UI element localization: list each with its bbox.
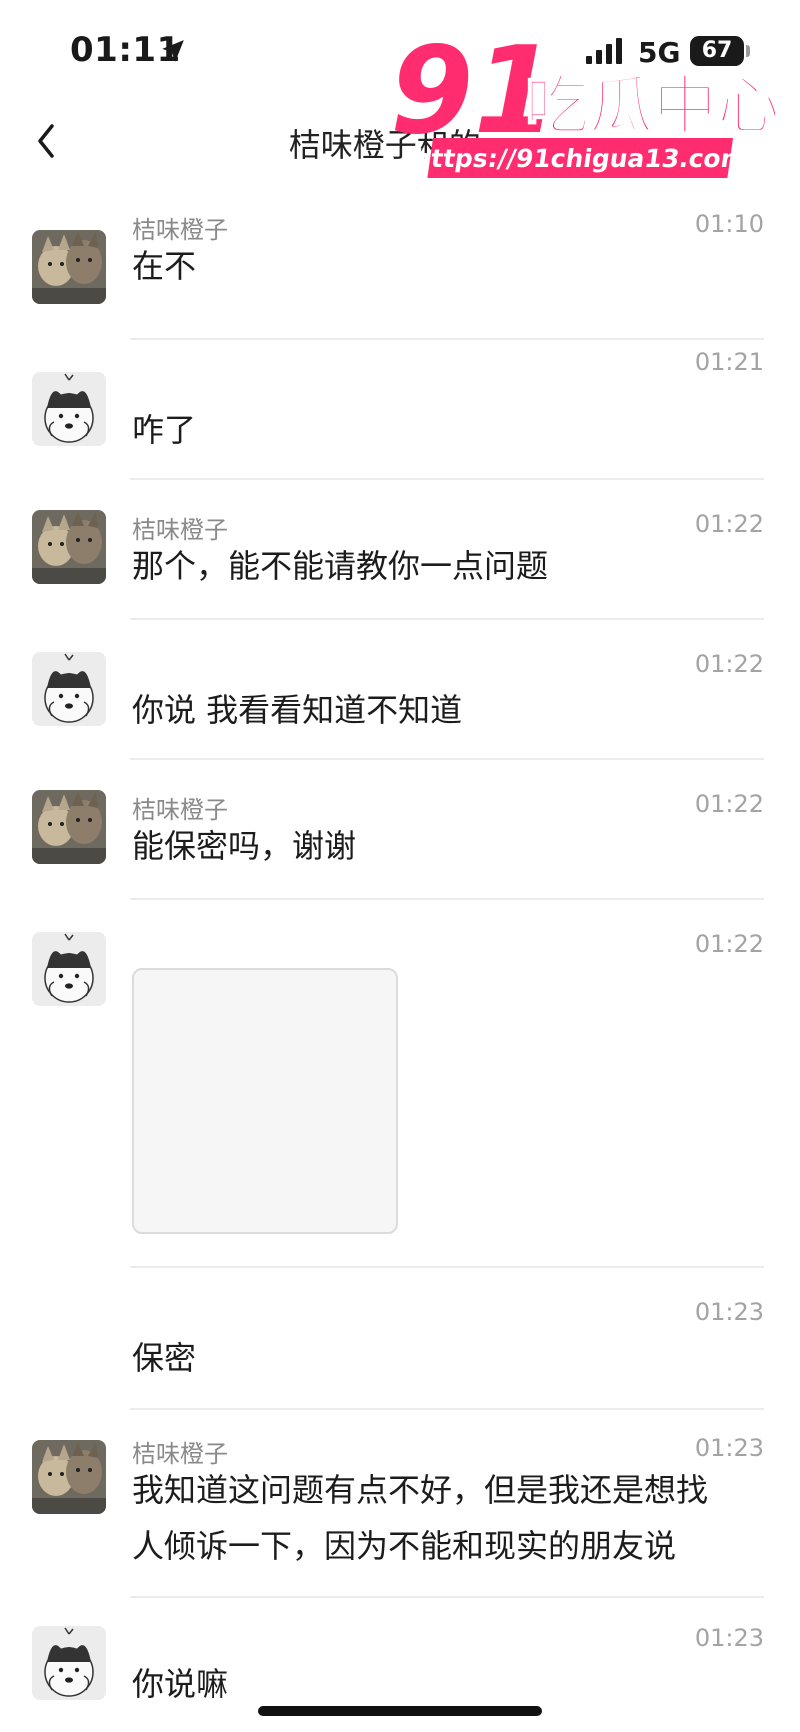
site-watermark: 91 吃瓜中心 https://91chigua13.com <box>390 20 782 180</box>
location-arrow-icon <box>162 40 184 62</box>
sender-name: 桔味橙子 <box>132 216 228 244</box>
avatar-dogs-photo[interactable] <box>32 230 106 304</box>
message-time: 01:21 <box>694 348 764 376</box>
avatar-cartoon-dog[interactable] <box>32 932 106 1006</box>
message-time: 01:23 <box>694 1298 764 1326</box>
avatar-dogs-photo[interactable] <box>32 790 106 864</box>
message-text: 你说 我看看知道不知道 <box>132 691 463 729</box>
separator <box>130 1596 764 1598</box>
avatar-dogs-photo[interactable] <box>32 1440 106 1514</box>
separator <box>130 618 764 620</box>
message-time: 01:22 <box>694 510 764 538</box>
home-indicator[interactable] <box>258 1706 542 1716</box>
message-time: 01:22 <box>694 650 764 678</box>
message-text: 咋了 <box>132 411 197 449</box>
avatar-dogs-photo[interactable] <box>32 510 106 584</box>
message-text: 那个，能不能请教你一点问题 <box>132 547 549 585</box>
separator <box>130 478 764 480</box>
message-text: 我知道这问题有点不好，但是我还是想找 <box>132 1471 709 1509</box>
message-time: 01:23 <box>694 1434 764 1462</box>
watermark-url: https://91chigua13.com <box>411 144 748 173</box>
image-attachment[interactable] <box>132 968 398 1234</box>
watermark-title: 吃瓜中心 <box>525 70 775 144</box>
separator <box>130 1266 764 1268</box>
message-time: 01:22 <box>694 930 764 958</box>
message-time: 01:23 <box>694 1624 764 1652</box>
avatar-cartoon-dog[interactable] <box>32 372 106 446</box>
avatar-cartoon-dog[interactable] <box>32 1626 106 1700</box>
message-time: 01:22 <box>694 790 764 818</box>
avatar-cartoon-dog[interactable] <box>32 652 106 726</box>
message-text: 保密 <box>132 1339 197 1377</box>
separator <box>130 1408 764 1410</box>
message-text: 能保密吗，谢谢 <box>132 827 357 865</box>
separator <box>130 758 764 760</box>
separator <box>130 338 764 340</box>
sender-name: 桔味橙子 <box>132 516 228 544</box>
message-text: 你说嘛 <box>132 1665 229 1703</box>
sender-name: 桔味橙子 <box>132 796 228 824</box>
message-text-line2: 人倾诉一下，因为不能和现实的朋友说 <box>132 1527 677 1565</box>
message-text: 在不 <box>132 247 197 285</box>
separator <box>130 898 764 900</box>
message-time: 01:10 <box>694 210 764 238</box>
sender-name: 桔味橙子 <box>132 1440 228 1468</box>
